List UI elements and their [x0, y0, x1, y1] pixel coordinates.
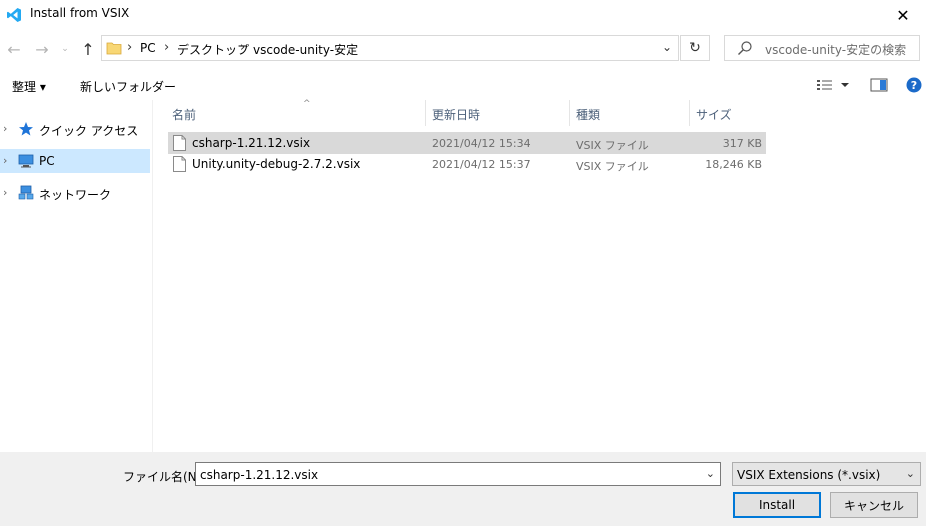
filename-value: csharp-1.21.12.vsix	[200, 468, 319, 482]
file-date: 2021/04/12 15:37	[432, 158, 531, 171]
refresh-icon: ↻	[689, 40, 701, 56]
sidebar-item-label: クイック アクセス	[39, 124, 139, 138]
new-folder-button[interactable]: 新しいフォルダー	[80, 78, 176, 95]
breadcrumb-pc[interactable]: PC	[140, 41, 156, 55]
computer-icon	[18, 154, 34, 168]
back-arrow-icon[interactable]: ←	[4, 39, 24, 59]
expand-chevron-icon[interactable]: ›	[3, 122, 7, 135]
recent-locations-chevron-icon[interactable]: ⌄	[58, 39, 72, 59]
vscode-logo-icon	[7, 8, 21, 22]
sidebar-item-label: ネットワーク	[39, 188, 112, 202]
search-box[interactable]: vscode-unity-安定の検索	[724, 35, 920, 61]
window-title: Install from VSIX	[30, 6, 130, 20]
breadcrumb-separator: ›	[164, 40, 170, 55]
up-arrow-icon[interactable]: ↑	[78, 39, 98, 59]
column-header-label: 更新日時	[432, 108, 481, 122]
file-name: Unity.unity-debug-2.7.2.vsix	[192, 157, 361, 171]
column-header-date[interactable]: 更新日時	[426, 100, 570, 126]
help-icon[interactable]: ?	[906, 77, 922, 93]
navigation-pane: › クイック アクセス › PC › ネットワーク	[0, 100, 153, 452]
filename-input[interactable]: csharp-1.21.12.vsix ⌄	[195, 462, 721, 486]
column-header-size[interactable]: サイズ	[690, 100, 766, 126]
file-list: 名前 ^ 更新日時 種類 サイズ csharp-1.21.12.vsix 202…	[153, 99, 926, 452]
breadcrumb-separator: ›	[240, 40, 246, 55]
install-button[interactable]: Install	[733, 492, 821, 518]
title-bar: Install from VSIX ✕	[0, 0, 926, 30]
sidebar-item-label: PC	[39, 154, 55, 168]
cancel-button[interactable]: キャンセル	[830, 492, 918, 518]
dialog-footer: ファイル名(N): csharp-1.21.12.vsix ⌄ VSIX Ext…	[0, 452, 926, 526]
column-header-label: 名前	[172, 108, 197, 122]
expand-chevron-icon[interactable]: ›	[3, 154, 7, 167]
file-row[interactable]: csharp-1.21.12.vsix 2021/04/12 15:34 VSI…	[168, 132, 766, 154]
column-header-label: 種類	[576, 108, 601, 122]
file-type: VSIX ファイル	[576, 160, 649, 173]
file-name: csharp-1.21.12.vsix	[192, 136, 311, 150]
file-type-filter-select[interactable]: VSIX Extensions (*.vsix) ⌄	[732, 462, 921, 486]
expand-chevron-icon[interactable]: ›	[3, 186, 7, 199]
sort-ascending-icon: ^	[303, 99, 311, 109]
search-icon	[738, 41, 752, 55]
address-dropdown-icon[interactable]: ⌄	[662, 40, 672, 54]
file-icon	[173, 135, 186, 151]
sidebar-item-network[interactable]: › ネットワーク	[0, 181, 150, 205]
column-header-label: サイズ	[696, 108, 732, 122]
preview-pane-icon[interactable]	[870, 77, 888, 93]
file-date: 2021/04/12 15:34	[432, 137, 531, 150]
view-options-chevron-icon[interactable]	[840, 77, 850, 93]
breadcrumb-desktop[interactable]: デスクトップ	[177, 41, 249, 58]
star-icon	[19, 122, 33, 136]
command-toolbar: 整理 ▾ 新しいフォルダー ?	[0, 70, 926, 100]
forward-arrow-icon[interactable]: →	[32, 39, 52, 59]
close-button[interactable]: ✕	[880, 0, 926, 30]
file-row[interactable]: Unity.unity-debug-2.7.2.vsix 2021/04/12 …	[168, 153, 766, 175]
view-details-icon[interactable]	[816, 77, 834, 93]
file-size: 18,246 KB	[705, 158, 762, 171]
address-bar[interactable]: › PC › デスクトップ › vscode-unity-安定 ⌄	[101, 35, 679, 61]
file-icon	[173, 156, 186, 172]
sidebar-item-pc[interactable]: › PC	[0, 149, 150, 173]
refresh-button[interactable]: ↻	[680, 35, 710, 61]
sidebar-item-quick-access[interactable]: › クイック アクセス	[0, 117, 150, 141]
column-header-name[interactable]: 名前 ^	[166, 99, 426, 126]
folder-icon	[106, 42, 122, 55]
file-size: 317 KB	[722, 137, 762, 150]
organize-button[interactable]: 整理 ▾	[12, 78, 46, 95]
network-icon	[18, 185, 34, 200]
breadcrumb-current-folder[interactable]: vscode-unity-安定	[253, 41, 358, 58]
breadcrumb-separator: ›	[127, 40, 133, 55]
filename-label: ファイル名(N):	[123, 470, 206, 484]
search-placeholder: vscode-unity-安定の検索	[765, 43, 907, 57]
svg-text:?: ?	[911, 79, 917, 92]
column-header-type[interactable]: 種類	[570, 100, 690, 126]
chevron-down-icon[interactable]: ⌄	[906, 467, 915, 480]
file-type: VSIX ファイル	[576, 139, 649, 152]
chevron-down-icon[interactable]: ⌄	[706, 467, 715, 480]
file-type-filter-value: VSIX Extensions (*.vsix)	[737, 468, 881, 482]
